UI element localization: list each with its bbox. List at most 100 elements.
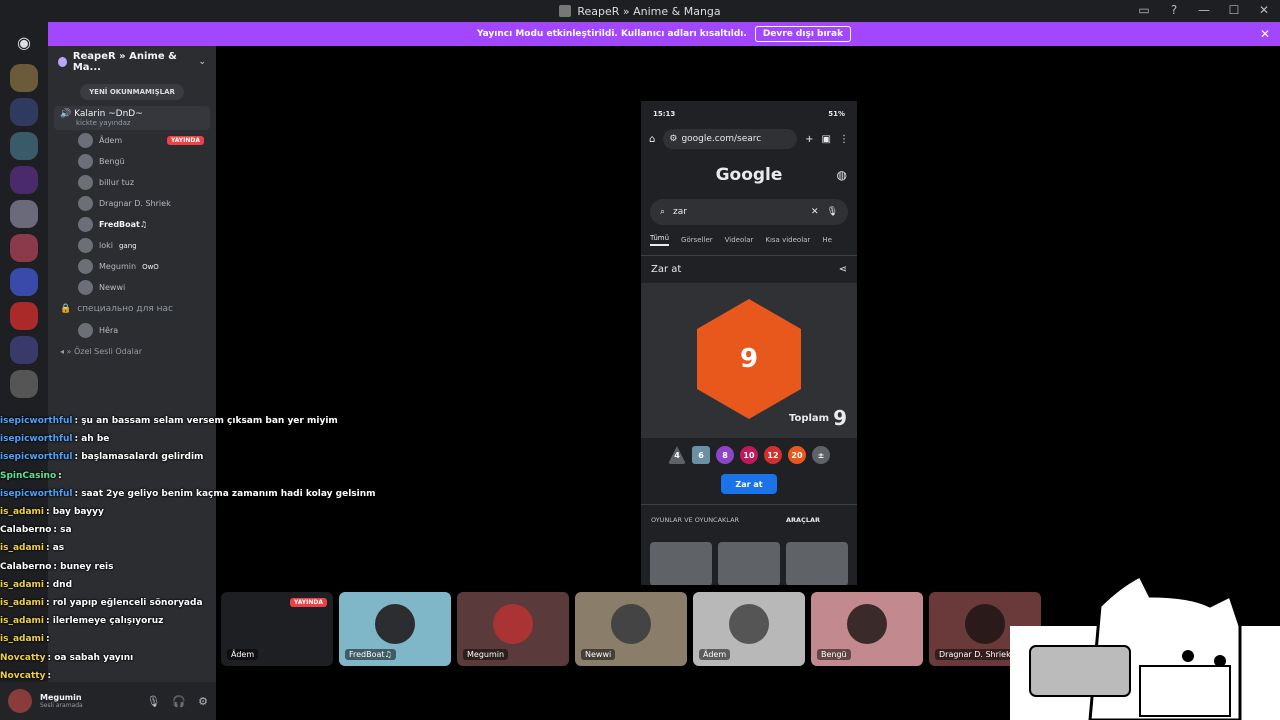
voice-member[interactable]: Megumin OwO	[48, 256, 216, 277]
chat-text: :	[47, 670, 52, 681]
phone-thumbnails	[641, 534, 857, 585]
user-avatar[interactable]	[8, 689, 32, 713]
minimize-button[interactable]: —	[1196, 3, 1212, 17]
mic-icon[interactable]: 🎙	[146, 695, 160, 708]
plus-icon: +	[805, 133, 814, 145]
tile-name: Âdem	[699, 649, 731, 660]
server-name: ReapeR » Anime & Ma...	[72, 51, 177, 73]
help-icon[interactable]: ?	[1166, 3, 1182, 17]
voice-member[interactable]: Dragnar D. Shriek	[48, 193, 216, 214]
category-name: Özel Sesli Odalar	[74, 346, 143, 356]
avatar	[965, 604, 1005, 644]
close-window-button[interactable]: ✕	[1256, 3, 1272, 17]
chat-message: isepicworthful: ah be	[0, 430, 420, 448]
participant-tile[interactable]: Megumin	[457, 592, 569, 666]
server-icon[interactable]	[10, 98, 38, 126]
tile-name: Megumin	[463, 649, 509, 660]
dice-card-title: Zar at	[651, 264, 682, 275]
avatar	[78, 133, 93, 148]
d20-die: 9	[697, 299, 801, 419]
new-unreads-pill[interactable]: YENİ OKUNMAMIŞLAR	[80, 84, 184, 100]
participant-tile[interactable]: Bengü	[811, 592, 923, 666]
voice-channel-locked[interactable]: 🔒 специально для нас	[48, 298, 216, 320]
voice-member[interactable]: Âdem YAYINDA	[48, 130, 216, 151]
server-icon[interactable]	[10, 370, 38, 398]
voice-member[interactable]: loki gang	[48, 235, 216, 256]
chat-message: isepicworthful: saat 2ye geliyo benim ka…	[0, 485, 420, 503]
dice-display: 9 Toplam 9	[641, 283, 857, 438]
chat-text: : ah be	[74, 434, 110, 445]
tile-name: Dragnar D. Shriek	[935, 649, 1015, 660]
close-icon[interactable]: ✕	[1260, 27, 1270, 41]
maximize-button[interactable]: ☐	[1226, 3, 1242, 17]
avatar	[78, 196, 93, 211]
voice-member[interactable]: FredBoat♫	[48, 214, 216, 235]
live-badge: YAYINDA	[166, 136, 204, 145]
disable-streamer-mode-button[interactable]: Devre dışı bırak	[754, 26, 852, 42]
chat-username: is_adami	[0, 597, 44, 608]
chat-username: isepicworthful	[0, 434, 73, 445]
thumbnail	[718, 542, 780, 585]
avatar	[78, 280, 93, 295]
chat-username: isepicworthful	[0, 452, 73, 463]
participant-tile[interactable]: Newwi	[575, 592, 687, 666]
participant-tile[interactable]: Âdem	[693, 592, 805, 666]
chat-username: is_adami	[0, 579, 44, 590]
server-icon[interactable]	[10, 268, 38, 296]
voice-channel-name: Kalarin ~DnD~	[74, 109, 143, 119]
tabs-icon: ▣	[821, 133, 831, 145]
shared-phone-screen: 15:13 51% ⌂ ⚙ google.com/searc + ▣ ⋮ Googl…	[641, 101, 857, 585]
phone-browser-bar: ⌂ ⚙ google.com/searc + ▣ ⋮	[641, 127, 857, 151]
search-icon: ⌕	[660, 207, 666, 217]
menu-icon: ⋮	[839, 133, 849, 145]
chat-text: : bay bayyy	[46, 507, 104, 518]
avatar	[78, 175, 93, 190]
chat-message: Calaberno: sa	[0, 521, 420, 539]
phone-battery: 51%	[828, 110, 845, 118]
chat-message: isepicworthful: şu an bassam selam verse…	[0, 412, 420, 430]
tools-tab: ARAÇLAR	[785, 515, 820, 524]
chat-message: Novcatty: oa sabah yayını	[0, 648, 420, 666]
server-icon[interactable]	[10, 64, 38, 92]
app-icon	[559, 5, 572, 17]
inbox-icon[interactable]: ▭	[1136, 3, 1152, 17]
phone-bottom-tabs: OYUNLAR VE OYUNCAKLAR ARAÇLAR	[641, 504, 857, 534]
chat-username: Novcatty	[0, 670, 46, 681]
user-status: Sesli aramada	[40, 702, 83, 709]
tile-name: Newwi	[581, 649, 616, 660]
d10-die: 10	[740, 446, 758, 464]
server-icon[interactable]	[10, 132, 38, 160]
google-logo: Google	[715, 165, 783, 185]
voice-member[interactable]: Hêra	[48, 320, 216, 341]
chat-text: :	[58, 470, 62, 481]
server-icon[interactable]	[10, 200, 38, 228]
roll-dice-button: Zar at	[721, 474, 777, 494]
avatar	[78, 217, 93, 232]
chat-message: Calaberno: buney reis	[0, 558, 420, 576]
plus-minus-icon: ±	[812, 446, 830, 464]
voice-member[interactable]: billur tuz	[48, 172, 216, 193]
member-name: Megumin	[99, 262, 137, 271]
server-icon[interactable]	[10, 336, 38, 364]
server-icon[interactable]	[10, 302, 38, 330]
server-icon[interactable]	[10, 234, 38, 262]
member-name: billur tuz	[99, 178, 135, 187]
voice-member[interactable]: Newwi	[48, 277, 216, 298]
chat-text: :	[46, 634, 50, 645]
voice-channel[interactable]: 🔊 Kalarin ~DnD~ kickte yayındaz	[54, 106, 210, 130]
user-panel: Megumin Sesli aramada 🎙 🎧 ⚙	[0, 682, 216, 720]
phone-time: 15:13	[653, 110, 676, 118]
member-name: Newwi	[99, 283, 126, 292]
voice-channel-status: kickte yayındaz	[76, 119, 131, 127]
server-header[interactable]: ReapeR » Anime & Ma... ⌄	[48, 46, 216, 78]
category-header[interactable]: ◂ » Özel Sesli Odalar	[48, 341, 216, 361]
thumbnail	[650, 542, 712, 585]
voice-member[interactable]: Bengü	[48, 151, 216, 172]
avatar	[729, 604, 769, 644]
avatar	[78, 259, 93, 274]
server-icon[interactable]	[10, 166, 38, 194]
discord-home-icon[interactable]: ◉	[8, 26, 40, 58]
gear-icon[interactable]: ⚙	[198, 695, 208, 708]
headphones-icon[interactable]: 🎧	[172, 695, 186, 708]
chat-username: Calaberno	[0, 561, 52, 572]
